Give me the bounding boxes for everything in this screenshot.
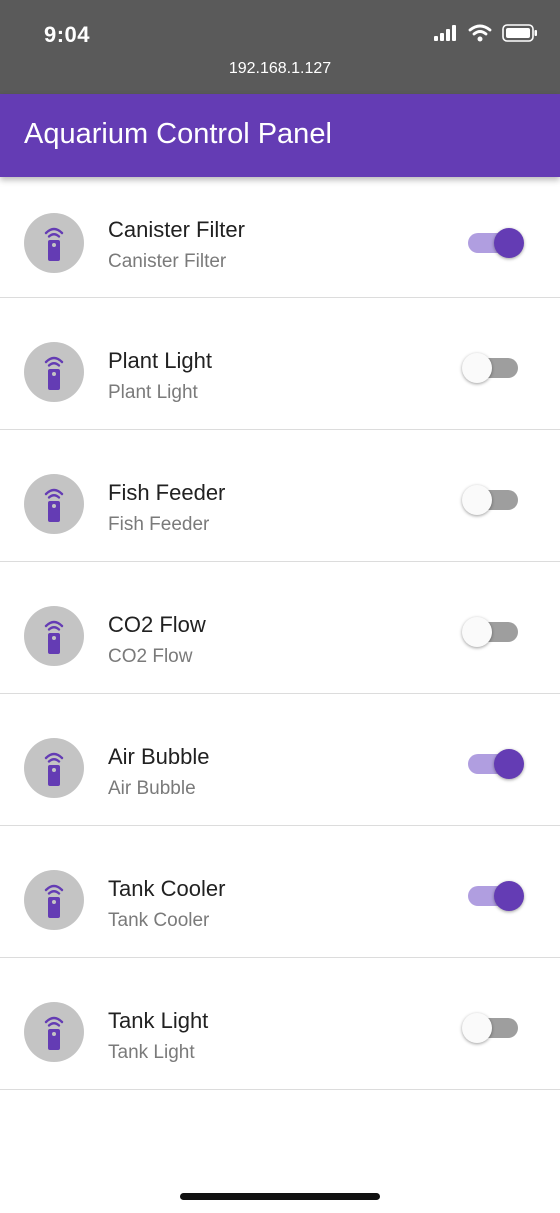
device-subtitle: Tank Cooler	[108, 910, 210, 931]
toggle-switch[interactable]	[462, 615, 524, 649]
wifi-icon	[468, 24, 492, 42]
device-avatar	[24, 342, 84, 402]
status-icons	[434, 24, 538, 42]
device-title: Fish Feeder	[108, 480, 226, 505]
toggle-thumb	[462, 617, 492, 647]
toggle-switch[interactable]	[462, 747, 524, 781]
device-title: Canister Filter	[108, 217, 245, 242]
device-title: Tank Light	[108, 1008, 209, 1033]
device-avatar	[24, 606, 84, 666]
remote-control-icon	[44, 227, 64, 261]
toggle-thumb	[494, 228, 524, 258]
battery-icon	[502, 24, 537, 42]
remote-control-icon	[44, 884, 64, 918]
status-bar: 9:04 192.168.1.127	[0, 0, 560, 94]
device-subtitle: Canister Filter	[108, 251, 227, 272]
device-avatar	[24, 738, 84, 798]
device-row-fish-feeder[interactable]: Fish Feeder Fish Feeder	[0, 430, 560, 562]
home-indicator[interactable]	[180, 1193, 380, 1200]
toggle-thumb	[462, 353, 492, 383]
toggle-thumb	[462, 1013, 492, 1043]
device-title: Plant Light	[108, 348, 212, 373]
device-row-canister-filter[interactable]: Canister Filter Canister Filter	[0, 177, 560, 298]
cellular-signal-icon	[434, 25, 456, 41]
toggle-switch[interactable]	[462, 483, 524, 517]
toggle-thumb	[462, 485, 492, 515]
toggle-thumb	[494, 881, 524, 911]
device-avatar	[24, 474, 84, 534]
device-row-co2-flow[interactable]: CO2 Flow CO2 Flow	[0, 562, 560, 694]
device-title: Tank Cooler	[108, 876, 226, 901]
device-row-plant-light[interactable]: Plant Light Plant Light	[0, 298, 560, 430]
device-subtitle: Air Bubble	[108, 778, 196, 799]
remote-control-icon	[44, 1016, 64, 1050]
device-subtitle: CO2 Flow	[108, 646, 193, 667]
device-row-tank-cooler[interactable]: Tank Cooler Tank Cooler	[0, 826, 560, 958]
toggle-switch[interactable]	[462, 1011, 524, 1045]
app-bar: Aquarium Control Panel	[0, 94, 560, 177]
remote-control-icon	[44, 620, 64, 654]
remote-control-icon	[44, 488, 64, 522]
device-title: CO2 Flow	[108, 612, 206, 637]
device-subtitle: Fish Feeder	[108, 514, 210, 535]
toggle-thumb	[494, 749, 524, 779]
address-bar-url[interactable]: 192.168.1.127	[0, 60, 560, 78]
device-list: Canister Filter Canister Filter Plant Li…	[0, 177, 560, 1090]
device-row-tank-light[interactable]: Tank Light Tank Light	[0, 958, 560, 1090]
device-avatar	[24, 213, 84, 273]
remote-control-icon	[44, 752, 64, 786]
device-avatar	[24, 1002, 84, 1062]
device-title: Air Bubble	[108, 744, 210, 769]
toggle-switch[interactable]	[462, 226, 524, 260]
remote-control-icon	[44, 356, 64, 390]
page-title: Aquarium Control Panel	[24, 118, 332, 150]
device-avatar	[24, 870, 84, 930]
status-time: 9:04	[44, 22, 91, 47]
device-subtitle: Plant Light	[108, 382, 198, 403]
device-subtitle: Tank Light	[108, 1042, 195, 1063]
device-row-air-bubble[interactable]: Air Bubble Air Bubble	[0, 694, 560, 826]
toggle-switch[interactable]	[462, 879, 524, 913]
toggle-switch[interactable]	[462, 351, 524, 385]
